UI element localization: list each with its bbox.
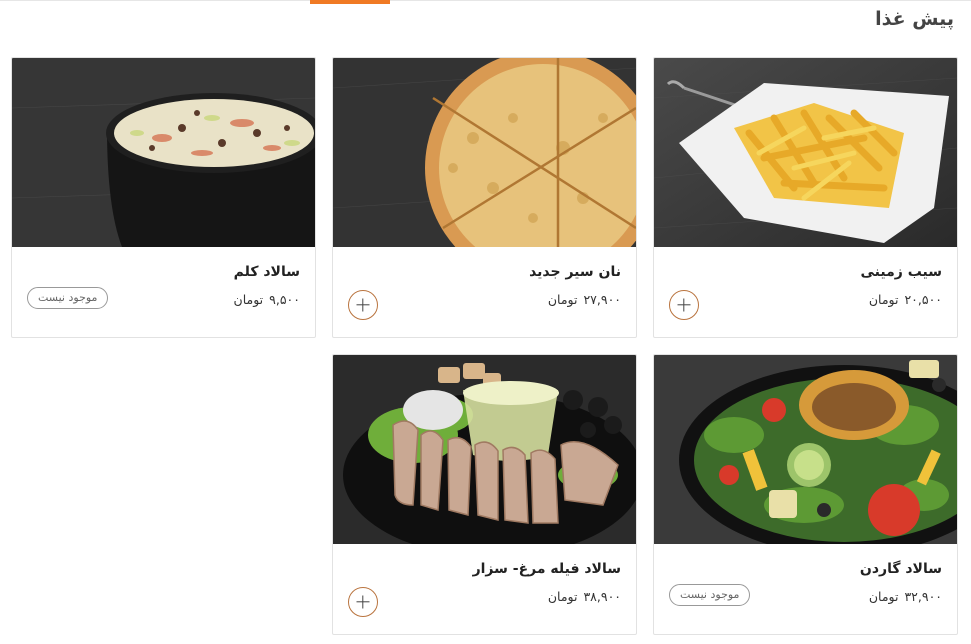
out-of-stock-badge: موجود نیست	[669, 584, 751, 606]
out-of-stock-badge: موجود نیست	[27, 287, 109, 309]
active-tab-indicator	[310, 0, 390, 4]
product-name[interactable]: سالاد کلم	[234, 264, 300, 280]
section-title: پیش غذا	[875, 8, 954, 30]
product-price: ۳۲,۹۰۰ تومان	[869, 589, 942, 604]
product-photo-garden-salad[interactable]	[654, 355, 957, 544]
product-photo-caesar-salad[interactable]	[333, 355, 636, 544]
product-name[interactable]: سالاد گاردن	[860, 561, 942, 577]
product-name[interactable]: نان سیر جدید	[529, 264, 621, 280]
product-card-coleslaw[interactable]: سالاد کلم ۹,۵۰۰ تومان موجود نیست	[11, 57, 316, 338]
price-currency: تومان	[868, 589, 899, 604]
product-price: ۲۰,۵۰۰ تومان	[869, 292, 942, 307]
product-photo-coleslaw[interactable]	[12, 58, 315, 247]
price-amount: ۲۷,۹۰۰	[583, 292, 621, 307]
product-price: ۹,۵۰۰ تومان	[234, 292, 300, 307]
product-price: ۳۸,۹۰۰ تومان	[548, 589, 621, 604]
add-to-cart-button[interactable]	[348, 290, 378, 320]
product-card-garden-salad[interactable]: سالاد گاردن ۳۲,۹۰۰ تومان موجود نیست	[653, 354, 958, 635]
price-currency: تومان	[868, 292, 899, 307]
add-to-cart-button[interactable]	[669, 290, 699, 320]
price-amount: ۳۸,۹۰۰	[583, 589, 621, 604]
price-currency: تومان	[233, 292, 264, 307]
product-photo-garlic-bread[interactable]	[333, 58, 636, 247]
price-amount: ۳۲,۹۰۰	[904, 589, 942, 604]
add-to-cart-button[interactable]	[348, 587, 378, 617]
product-card-caesar-salad[interactable]: سالاد فیله مرغ- سزار ۳۸,۹۰۰ تومان	[332, 354, 637, 635]
price-currency: تومان	[547, 589, 578, 604]
product-card-fries[interactable]: سیب زمینی ۲۰,۵۰۰ تومان	[653, 57, 958, 338]
product-name[interactable]: سالاد فیله مرغ- سزار	[473, 561, 621, 577]
product-card-garlic-bread[interactable]: نان سیر جدید ۲۷,۹۰۰ تومان	[332, 57, 637, 338]
price-amount: ۹,۵۰۰	[269, 292, 300, 307]
price-currency: تومان	[547, 292, 578, 307]
price-amount: ۲۰,۵۰۰	[904, 292, 942, 307]
product-price: ۲۷,۹۰۰ تومان	[548, 292, 621, 307]
product-photo-fries[interactable]	[654, 58, 957, 247]
product-name[interactable]: سیب زمینی	[861, 264, 943, 280]
top-divider	[0, 0, 971, 5]
